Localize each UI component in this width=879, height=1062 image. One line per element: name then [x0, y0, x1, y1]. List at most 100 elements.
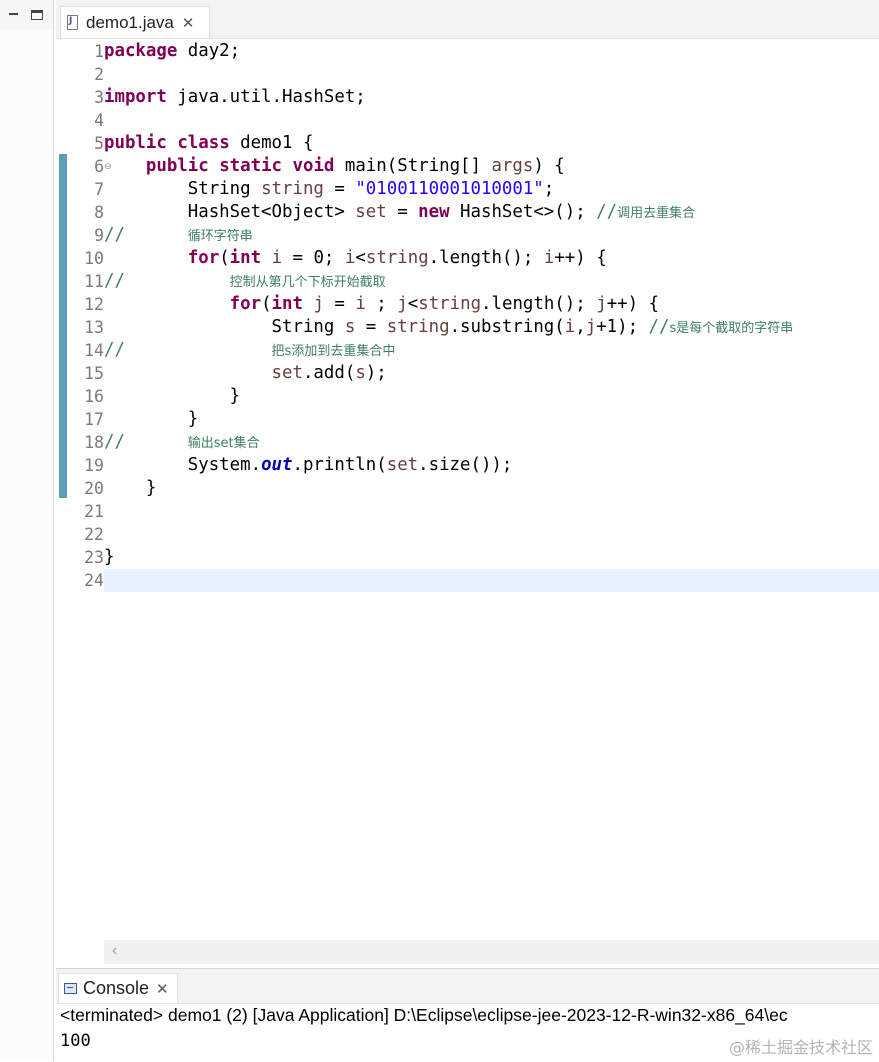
keyword: public: [145, 156, 209, 176]
code-text: day2;: [177, 41, 241, 61]
code-text: <: [355, 248, 366, 268]
comment-text: 控制从第几个下标开始截取: [229, 275, 386, 290]
code-text: }: [145, 478, 157, 498]
code-text: <: [407, 294, 419, 314]
comment: //: [648, 317, 670, 337]
code-line: import java.util.HashSet;: [104, 86, 366, 109]
tab-console[interactable]: Console ✕: [58, 973, 178, 1003]
code-text: ++) {: [606, 294, 660, 314]
code-line: // 把s添加到去重集合中: [104, 339, 395, 362]
variable: j: [585, 317, 597, 337]
keyword: int: [271, 294, 303, 314]
horizontal-scrollbar[interactable]: ‹: [104, 940, 879, 964]
console-output[interactable]: 100: [60, 1031, 91, 1051]
code-text: =: [323, 294, 356, 314]
code-text: .println(: [292, 455, 387, 475]
keyword: for: [229, 294, 262, 314]
code-line: String string = "0100110001010001";: [104, 178, 555, 201]
keyword: package: [104, 41, 178, 61]
line-number: 16: [84, 387, 104, 406]
console-icon: [64, 983, 77, 994]
code-text: = 0;: [282, 248, 345, 268]
minimized-side-pane: [0, 0, 54, 1061]
line-number: 21: [84, 502, 104, 521]
code-text: ,: [575, 317, 586, 337]
side-pane-body: [0, 30, 53, 1061]
code-line: }: [104, 546, 114, 569]
line-number: 15: [84, 364, 104, 383]
line-number: 17: [84, 410, 104, 429]
line-number: 22: [84, 525, 104, 544]
variable: j: [596, 294, 607, 314]
code-text: main(String[]: [334, 156, 492, 176]
code-text: String: [187, 179, 262, 199]
console-status: <terminated> demo1 (2) [Java Application…: [60, 1005, 788, 1025]
code-text: ++) {: [554, 248, 607, 268]
variable: i: [564, 317, 576, 337]
line-number: 5: [94, 134, 104, 153]
keyword: public: [104, 133, 167, 153]
code-text: String: [271, 317, 345, 337]
editor-tab-bar: demo1.java ✕: [56, 0, 879, 39]
code-text: ;: [543, 179, 555, 199]
java-file-icon: [67, 15, 78, 30]
code-line: System.out.println(set.size());: [104, 454, 513, 477]
string-literal: "0100110001010001": [355, 179, 544, 199]
comment-text: 调用去重集合: [617, 206, 696, 221]
variable: string: [365, 248, 429, 268]
code-line: set.add(s);: [104, 362, 387, 385]
code-line: public class demo1 {: [104, 132, 313, 155]
variable: i: [261, 248, 283, 268]
close-icon[interactable]: ✕: [156, 980, 169, 998]
variable: args: [491, 156, 534, 176]
maximize-icon[interactable]: [31, 10, 43, 20]
scroll-left-icon[interactable]: ‹: [112, 942, 117, 960]
variable: set: [386, 455, 419, 475]
code-line: String s = string.substring(i,j+1); //s是…: [104, 316, 794, 339]
code-text: .add(: [302, 363, 356, 383]
code-text: HashSet<>();: [449, 202, 597, 222]
watermark: @稀土掘金技术社区: [728, 1038, 873, 1057]
code-text: (: [219, 248, 230, 268]
code-line: for(int i = 0; i<string.length(); i++) {: [104, 247, 607, 270]
keyword: import: [104, 87, 167, 107]
line-number: 4: [94, 111, 104, 130]
code-text: }: [187, 409, 199, 429]
line-number: 3: [94, 88, 104, 107]
comment: //: [104, 432, 125, 452]
code-text: System.: [187, 455, 262, 475]
line-number: 2: [94, 65, 104, 84]
keyword: class: [177, 133, 230, 153]
tab-demo1-java[interactable]: demo1.java ✕: [60, 6, 210, 38]
variable: i: [543, 248, 555, 268]
code-text: }: [104, 547, 115, 567]
variable: j: [397, 294, 408, 314]
current-line-highlight: [104, 569, 879, 592]
comment: //: [104, 340, 125, 360]
line-number: 19: [84, 456, 104, 475]
comment-text: 输出set集合: [187, 436, 260, 451]
code-text: .substring(: [449, 317, 565, 337]
line-number: 8: [94, 203, 104, 222]
java-editor: demo1.java ✕ 123456789101112131415161718…: [56, 0, 879, 965]
variable: set: [271, 363, 303, 383]
minimize-icon[interactable]: [8, 10, 20, 20]
code-text: );: [365, 363, 387, 383]
keyword: static: [219, 156, 283, 176]
line-number: 18: [84, 433, 104, 452]
variable: string: [261, 179, 324, 199]
code-line: // 循环字符串: [104, 224, 253, 247]
line-number: 23: [84, 548, 104, 567]
line-number: 24: [84, 571, 104, 590]
code-text: =: [386, 202, 419, 222]
code-line: // 输出set集合: [104, 431, 260, 454]
close-icon[interactable]: ✕: [182, 14, 195, 32]
code-text: .length();: [428, 248, 544, 268]
change-ruler: [59, 154, 67, 498]
variable: i: [344, 248, 356, 268]
keyword: void: [292, 156, 335, 176]
line-number: 12: [84, 295, 104, 314]
code-text: =: [355, 317, 387, 337]
code-text: HashSet<Object>: [187, 202, 356, 222]
code-line: package day2;: [104, 40, 240, 63]
